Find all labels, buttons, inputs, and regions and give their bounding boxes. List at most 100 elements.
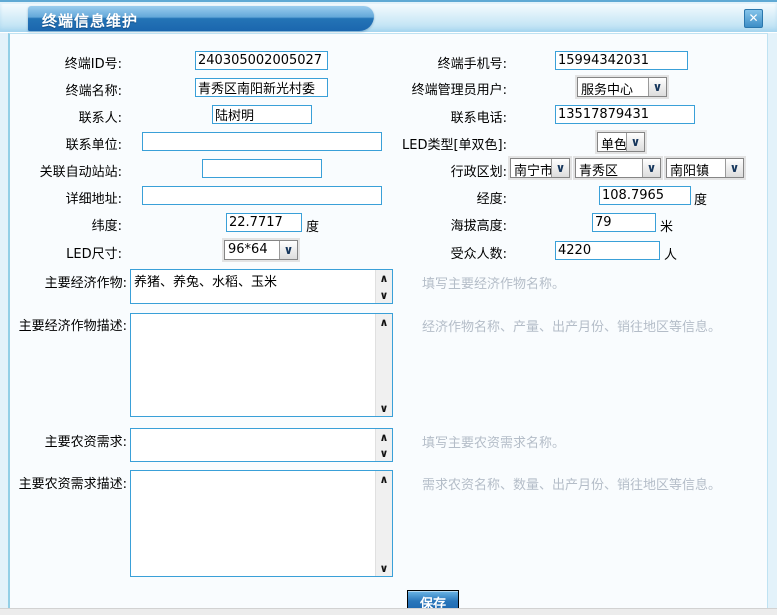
terminal-admin-value: 服务中心 bbox=[578, 78, 648, 96]
audience-label: 受众人数: bbox=[451, 243, 507, 262]
chevron-down-icon: ∨ bbox=[380, 562, 389, 575]
scroll-up-button[interactable]: ∧ bbox=[376, 270, 392, 286]
latitude-label: 纬度: bbox=[92, 215, 122, 234]
terminal-id-input[interactable] bbox=[195, 51, 328, 70]
agri-needs-textarea[interactable] bbox=[131, 429, 375, 461]
chevron-up-icon: ∧ bbox=[380, 316, 389, 329]
contact-phone-input[interactable] bbox=[555, 105, 695, 124]
contact-input[interactable] bbox=[212, 105, 312, 124]
terminal-name-label: 终端名称: bbox=[66, 80, 122, 99]
led-size-value: 96*64 bbox=[225, 241, 279, 259]
led-size-label: LED尺寸: bbox=[66, 243, 122, 262]
address-label: 详细地址: bbox=[66, 188, 122, 207]
terminal-admin-select[interactable]: 服务中心 ∨ bbox=[577, 77, 667, 97]
chevron-up-icon: ∧ bbox=[380, 272, 389, 285]
terminal-info-dialog: 终端信息维护 ✕ 终端ID号: 终端手机号: 终端名称: 终端管理员用户: 服务… bbox=[0, 0, 777, 615]
dropdown-arrow-button[interactable]: ∨ bbox=[551, 159, 569, 177]
chevron-down-icon: ∨ bbox=[556, 161, 566, 175]
dropdown-arrow-button[interactable]: ∨ bbox=[648, 78, 666, 96]
agri-needs-hint: 填写主要农资需求名称。 bbox=[422, 432, 565, 451]
region-district-value: 青秀区 bbox=[576, 159, 642, 177]
audience-input[interactable] bbox=[555, 241, 660, 260]
main-crops-desc-label: 主要经济作物描述: bbox=[19, 315, 127, 334]
longitude-label: 经度: bbox=[477, 188, 507, 207]
auto-station-label: 关联自动站站: bbox=[40, 161, 122, 180]
altitude-label: 海拔高度: bbox=[451, 215, 507, 234]
latitude-unit: 度 bbox=[306, 216, 319, 235]
region-city-select[interactable]: 南宁市 ∨ bbox=[510, 158, 570, 178]
close-button[interactable]: ✕ bbox=[744, 9, 763, 28]
chevron-down-icon: ∨ bbox=[631, 135, 641, 149]
bottom-strip bbox=[0, 608, 777, 615]
scrollbar[interactable]: ∧ ∨ bbox=[375, 429, 392, 461]
title-bar: 终端信息维护 ✕ bbox=[0, 4, 777, 33]
dropdown-arrow-button[interactable]: ∨ bbox=[725, 159, 743, 177]
region-city-value: 南宁市 bbox=[511, 159, 551, 177]
led-size-select[interactable]: 96*64 ∨ bbox=[224, 240, 298, 260]
chevron-down-icon: ∨ bbox=[653, 80, 663, 94]
scroll-down-button[interactable]: ∨ bbox=[376, 400, 392, 416]
scroll-down-button[interactable]: ∨ bbox=[376, 445, 392, 461]
scroll-up-button[interactable]: ∧ bbox=[376, 429, 392, 445]
agri-needs-label: 主要农资需求: bbox=[45, 431, 127, 450]
dropdown-arrow-button[interactable]: ∨ bbox=[279, 241, 297, 259]
form-panel: 终端ID号: 终端手机号: 终端名称: 终端管理员用户: 服务中心 ∨ 联系人:… bbox=[8, 33, 768, 610]
main-crops-hint: 填写主要经济作物名称。 bbox=[422, 273, 565, 292]
chevron-down-icon: ∨ bbox=[284, 243, 294, 257]
scrollbar[interactable]: ∧ ∨ bbox=[375, 270, 392, 303]
chevron-down-icon: ∨ bbox=[380, 289, 389, 302]
chevron-up-icon: ∧ bbox=[380, 431, 389, 444]
latitude-input[interactable] bbox=[226, 213, 302, 232]
contact-phone-label: 联系电话: bbox=[451, 107, 507, 126]
scrollbar[interactable]: ∧ ∨ bbox=[375, 314, 392, 416]
chevron-up-icon: ∧ bbox=[380, 473, 389, 486]
chevron-down-icon: ∨ bbox=[380, 402, 389, 415]
contact-unit-input[interactable] bbox=[142, 132, 382, 151]
contact-unit-label: 联系单位: bbox=[66, 134, 122, 153]
agri-needs-desc-label: 主要农资需求描述: bbox=[19, 473, 127, 492]
chevron-down-icon: ∨ bbox=[730, 161, 740, 175]
dropdown-arrow-button[interactable]: ∨ bbox=[626, 133, 644, 151]
close-icon: ✕ bbox=[748, 11, 758, 25]
chevron-down-icon: ∨ bbox=[380, 447, 389, 460]
led-type-select[interactable]: 单色 ∨ bbox=[597, 132, 645, 152]
altitude-input[interactable] bbox=[592, 213, 656, 232]
region-town-select[interactable]: 南阳镇 ∨ bbox=[666, 158, 744, 178]
contact-label: 联系人: bbox=[79, 107, 122, 126]
title-tab: 终端信息维护 bbox=[28, 6, 374, 31]
main-crops-textarea-wrap: 养猪、养兔、水稻、玉米 ∧ ∨ bbox=[130, 269, 393, 304]
region-label: 行政区划: bbox=[451, 161, 507, 180]
dropdown-arrow-button[interactable]: ∨ bbox=[642, 159, 660, 177]
main-crops-label: 主要经济作物: bbox=[45, 272, 127, 291]
address-input[interactable] bbox=[142, 186, 382, 205]
longitude-unit: 度 bbox=[694, 189, 707, 208]
region-town-value: 南阳镇 bbox=[667, 159, 725, 177]
scrollbar[interactable]: ∧ ∨ bbox=[375, 471, 392, 576]
main-crops-desc-textarea[interactable] bbox=[131, 314, 375, 416]
agri-needs-textarea-wrap: ∧ ∨ bbox=[130, 428, 393, 462]
scroll-down-button[interactable]: ∨ bbox=[376, 560, 392, 576]
longitude-input[interactable] bbox=[599, 186, 691, 205]
agri-needs-desc-textarea-wrap: ∧ ∨ bbox=[130, 470, 393, 577]
page-title: 终端信息维护 bbox=[42, 10, 138, 31]
led-type-label: LED类型[单双色]: bbox=[402, 134, 507, 153]
scroll-up-button[interactable]: ∧ bbox=[376, 314, 392, 330]
scroll-up-button[interactable]: ∧ bbox=[376, 471, 392, 487]
region-district-select[interactable]: 青秀区 ∨ bbox=[575, 158, 661, 178]
main-crops-textarea[interactable]: 养猪、养兔、水稻、玉米 bbox=[131, 270, 375, 303]
scroll-down-button[interactable]: ∨ bbox=[376, 287, 392, 303]
agri-needs-desc-textarea[interactable] bbox=[131, 471, 375, 576]
led-type-value: 单色 bbox=[598, 133, 626, 151]
agri-needs-desc-hint: 需求农资名称、数量、出产月份、销往地区等信息。 bbox=[422, 474, 721, 493]
terminal-admin-label: 终端管理员用户: bbox=[412, 79, 507, 98]
chevron-down-icon: ∨ bbox=[647, 161, 657, 175]
audience-unit: 人 bbox=[664, 244, 677, 263]
terminal-phone-input[interactable] bbox=[555, 51, 688, 70]
auto-station-input[interactable] bbox=[202, 159, 322, 178]
terminal-id-label: 终端ID号: bbox=[65, 53, 122, 72]
main-crops-desc-hint: 经济作物名称、产量、出产月份、销往地区等信息。 bbox=[422, 316, 721, 335]
main-crops-desc-textarea-wrap: ∧ ∨ bbox=[130, 313, 393, 417]
altitude-unit: 米 bbox=[660, 216, 673, 235]
terminal-name-input[interactable] bbox=[195, 78, 328, 97]
terminal-phone-label: 终端手机号: bbox=[438, 53, 507, 72]
